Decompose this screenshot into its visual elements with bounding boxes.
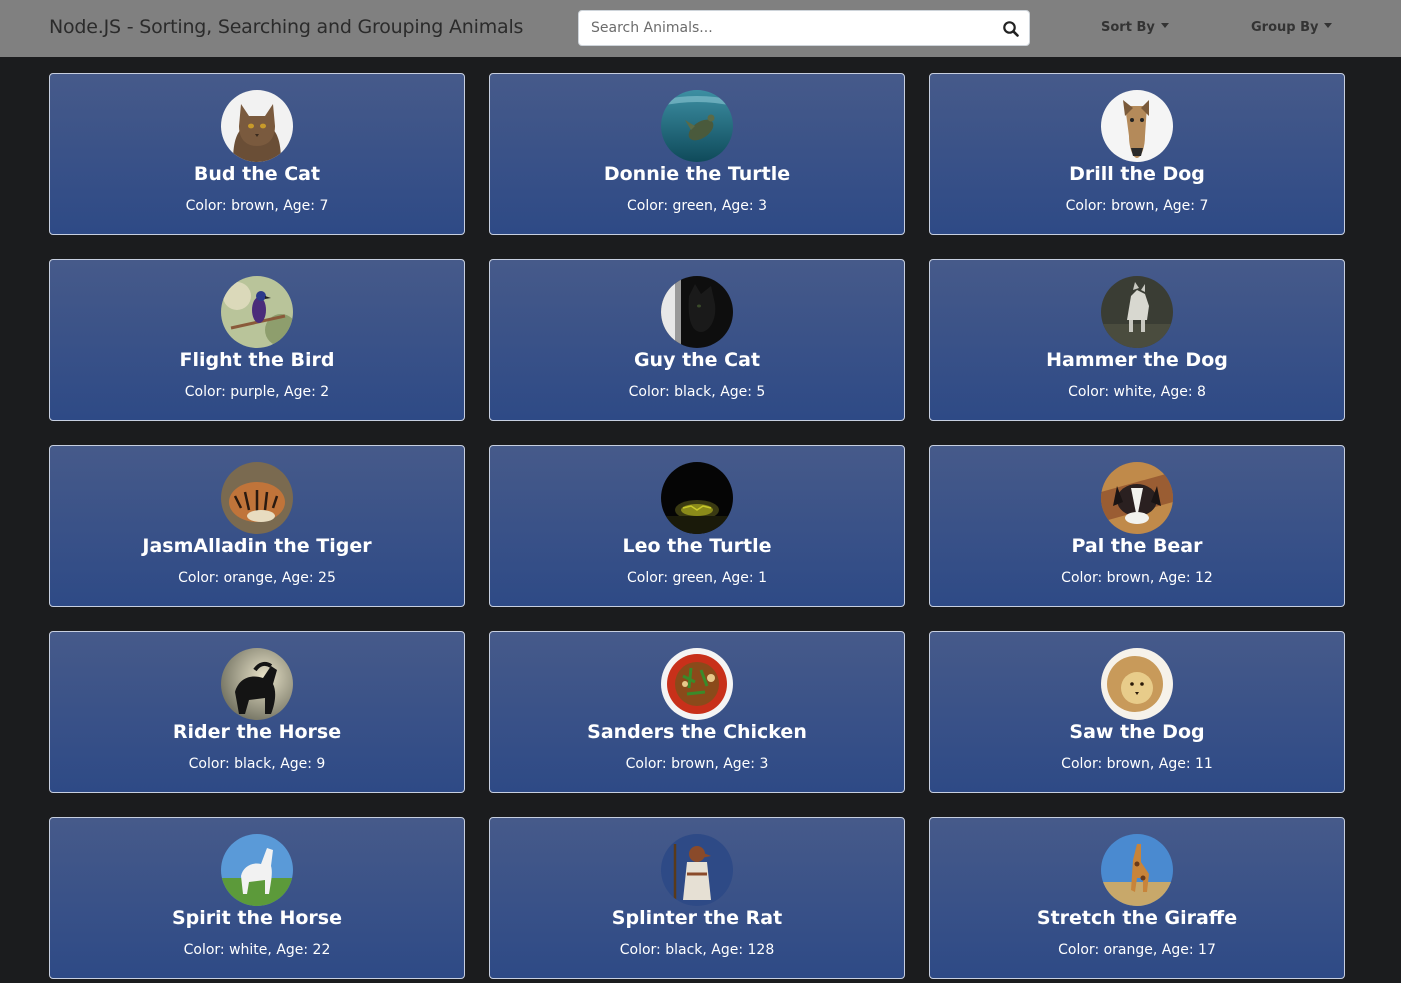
animal-details: Color: green, Age: 3 — [627, 198, 767, 214]
navbar: Node.JS - Sorting, Searching and Groupin… — [0, 0, 1401, 57]
animal-name: Leo the Turtle — [622, 535, 772, 557]
animal-name: Pal the Bear — [1071, 535, 1203, 557]
animal-card[interactable]: Rider the Horse Color: black, Age: 9 — [49, 631, 465, 793]
animal-avatar — [221, 276, 293, 348]
animal-name: Spirit the Horse — [171, 907, 342, 929]
animal-avatar — [221, 648, 293, 720]
animal-avatar — [1101, 648, 1173, 720]
animal-name: Flight the Bird — [179, 349, 335, 371]
animal-name: Rider the Horse — [172, 721, 342, 743]
search-button[interactable] — [999, 17, 1023, 41]
sort-by-label: Sort By — [1101, 20, 1155, 35]
animal-name: JasmAlladin the Tiger — [142, 535, 372, 557]
animal-details: Color: purple, Age: 2 — [184, 384, 330, 400]
animal-card[interactable]: Sanders the Chicken Color: brown, Age: 3 — [489, 631, 905, 793]
animal-card[interactable]: Leo the Turtle Color: green, Age: 1 — [489, 445, 905, 607]
animal-name: Saw the Dog — [1069, 721, 1205, 743]
caret-down-icon — [1324, 23, 1333, 28]
animal-card[interactable]: JasmAlladin the Tiger Color: orange, Age… — [49, 445, 465, 607]
animal-card[interactable]: Donnie the Turtle Color: green, Age: 3 — [489, 73, 905, 235]
search-input[interactable] — [579, 11, 989, 45]
animal-avatar — [661, 276, 733, 348]
animal-card[interactable]: Flight the Bird Color: purple, Age: 2 — [49, 259, 465, 421]
animal-details: Color: green, Age: 1 — [627, 570, 767, 586]
animal-avatar — [221, 834, 293, 906]
animal-avatar — [221, 462, 293, 534]
animal-details: Color: brown, Age: 7 — [1065, 198, 1209, 214]
animal-avatar — [1101, 462, 1173, 534]
animal-name: Drill the Dog — [1069, 163, 1205, 185]
search-bar — [578, 10, 1030, 46]
caret-down-icon — [1160, 23, 1169, 28]
animal-details: Color: black, Age: 128 — [619, 942, 775, 958]
animal-name: Splinter the Rat — [611, 907, 783, 929]
animal-card[interactable]: Guy the Cat Color: black, Age: 5 — [489, 259, 905, 421]
animal-details: Color: black, Age: 5 — [628, 384, 766, 400]
sort-by-dropdown[interactable]: Sort By — [1101, 20, 1169, 35]
animal-details: Color: orange, Age: 25 — [178, 570, 336, 586]
animal-card[interactable]: Hammer the Dog Color: white, Age: 8 — [929, 259, 1345, 421]
animal-name: Sanders the Chicken — [587, 721, 807, 743]
animal-details: Color: orange, Age: 17 — [1058, 942, 1216, 958]
animal-avatar — [661, 834, 733, 906]
animal-avatar — [661, 462, 733, 534]
animal-name: Bud the Cat — [193, 163, 321, 185]
animal-name: Donnie the Turtle — [603, 163, 791, 185]
animal-card[interactable]: Bud the Cat Color: brown, Age: 7 — [49, 73, 465, 235]
group-by-dropdown[interactable]: Group By — [1251, 20, 1333, 35]
animal-avatar — [1101, 276, 1173, 348]
animal-details: Color: brown, Age: 12 — [1061, 570, 1213, 586]
animal-details: Color: brown, Age: 3 — [625, 756, 769, 772]
animal-card[interactable]: Spirit the Horse Color: white, Age: 22 — [49, 817, 465, 979]
animal-card[interactable]: Drill the Dog Color: brown, Age: 7 — [929, 73, 1345, 235]
animal-avatar — [221, 90, 293, 162]
animal-name: Guy the Cat — [633, 349, 761, 371]
animal-avatar — [661, 648, 733, 720]
animal-details: Color: black, Age: 9 — [188, 756, 326, 772]
animal-details: Color: brown, Age: 7 — [185, 198, 329, 214]
search-icon — [1003, 21, 1019, 37]
animal-card[interactable]: Splinter the Rat Color: black, Age: 128 — [489, 817, 905, 979]
animal-avatar — [1101, 90, 1173, 162]
animal-card[interactable]: Stretch the Giraffe Color: orange, Age: … — [929, 817, 1345, 979]
animal-details: Color: brown, Age: 11 — [1061, 756, 1213, 772]
animal-avatar — [1101, 834, 1173, 906]
group-by-label: Group By — [1251, 20, 1319, 35]
animal-name: Stretch the Giraffe — [1036, 907, 1238, 929]
animal-card[interactable]: Pal the Bear Color: brown, Age: 12 — [929, 445, 1345, 607]
animal-name: Hammer the Dog — [1046, 349, 1228, 371]
animal-avatar — [661, 90, 733, 162]
page-title: Node.JS - Sorting, Searching and Groupin… — [49, 16, 524, 38]
animal-details: Color: white, Age: 22 — [183, 942, 331, 958]
animal-details: Color: white, Age: 8 — [1068, 384, 1206, 400]
animal-card[interactable]: Saw the Dog Color: brown, Age: 11 — [929, 631, 1345, 793]
